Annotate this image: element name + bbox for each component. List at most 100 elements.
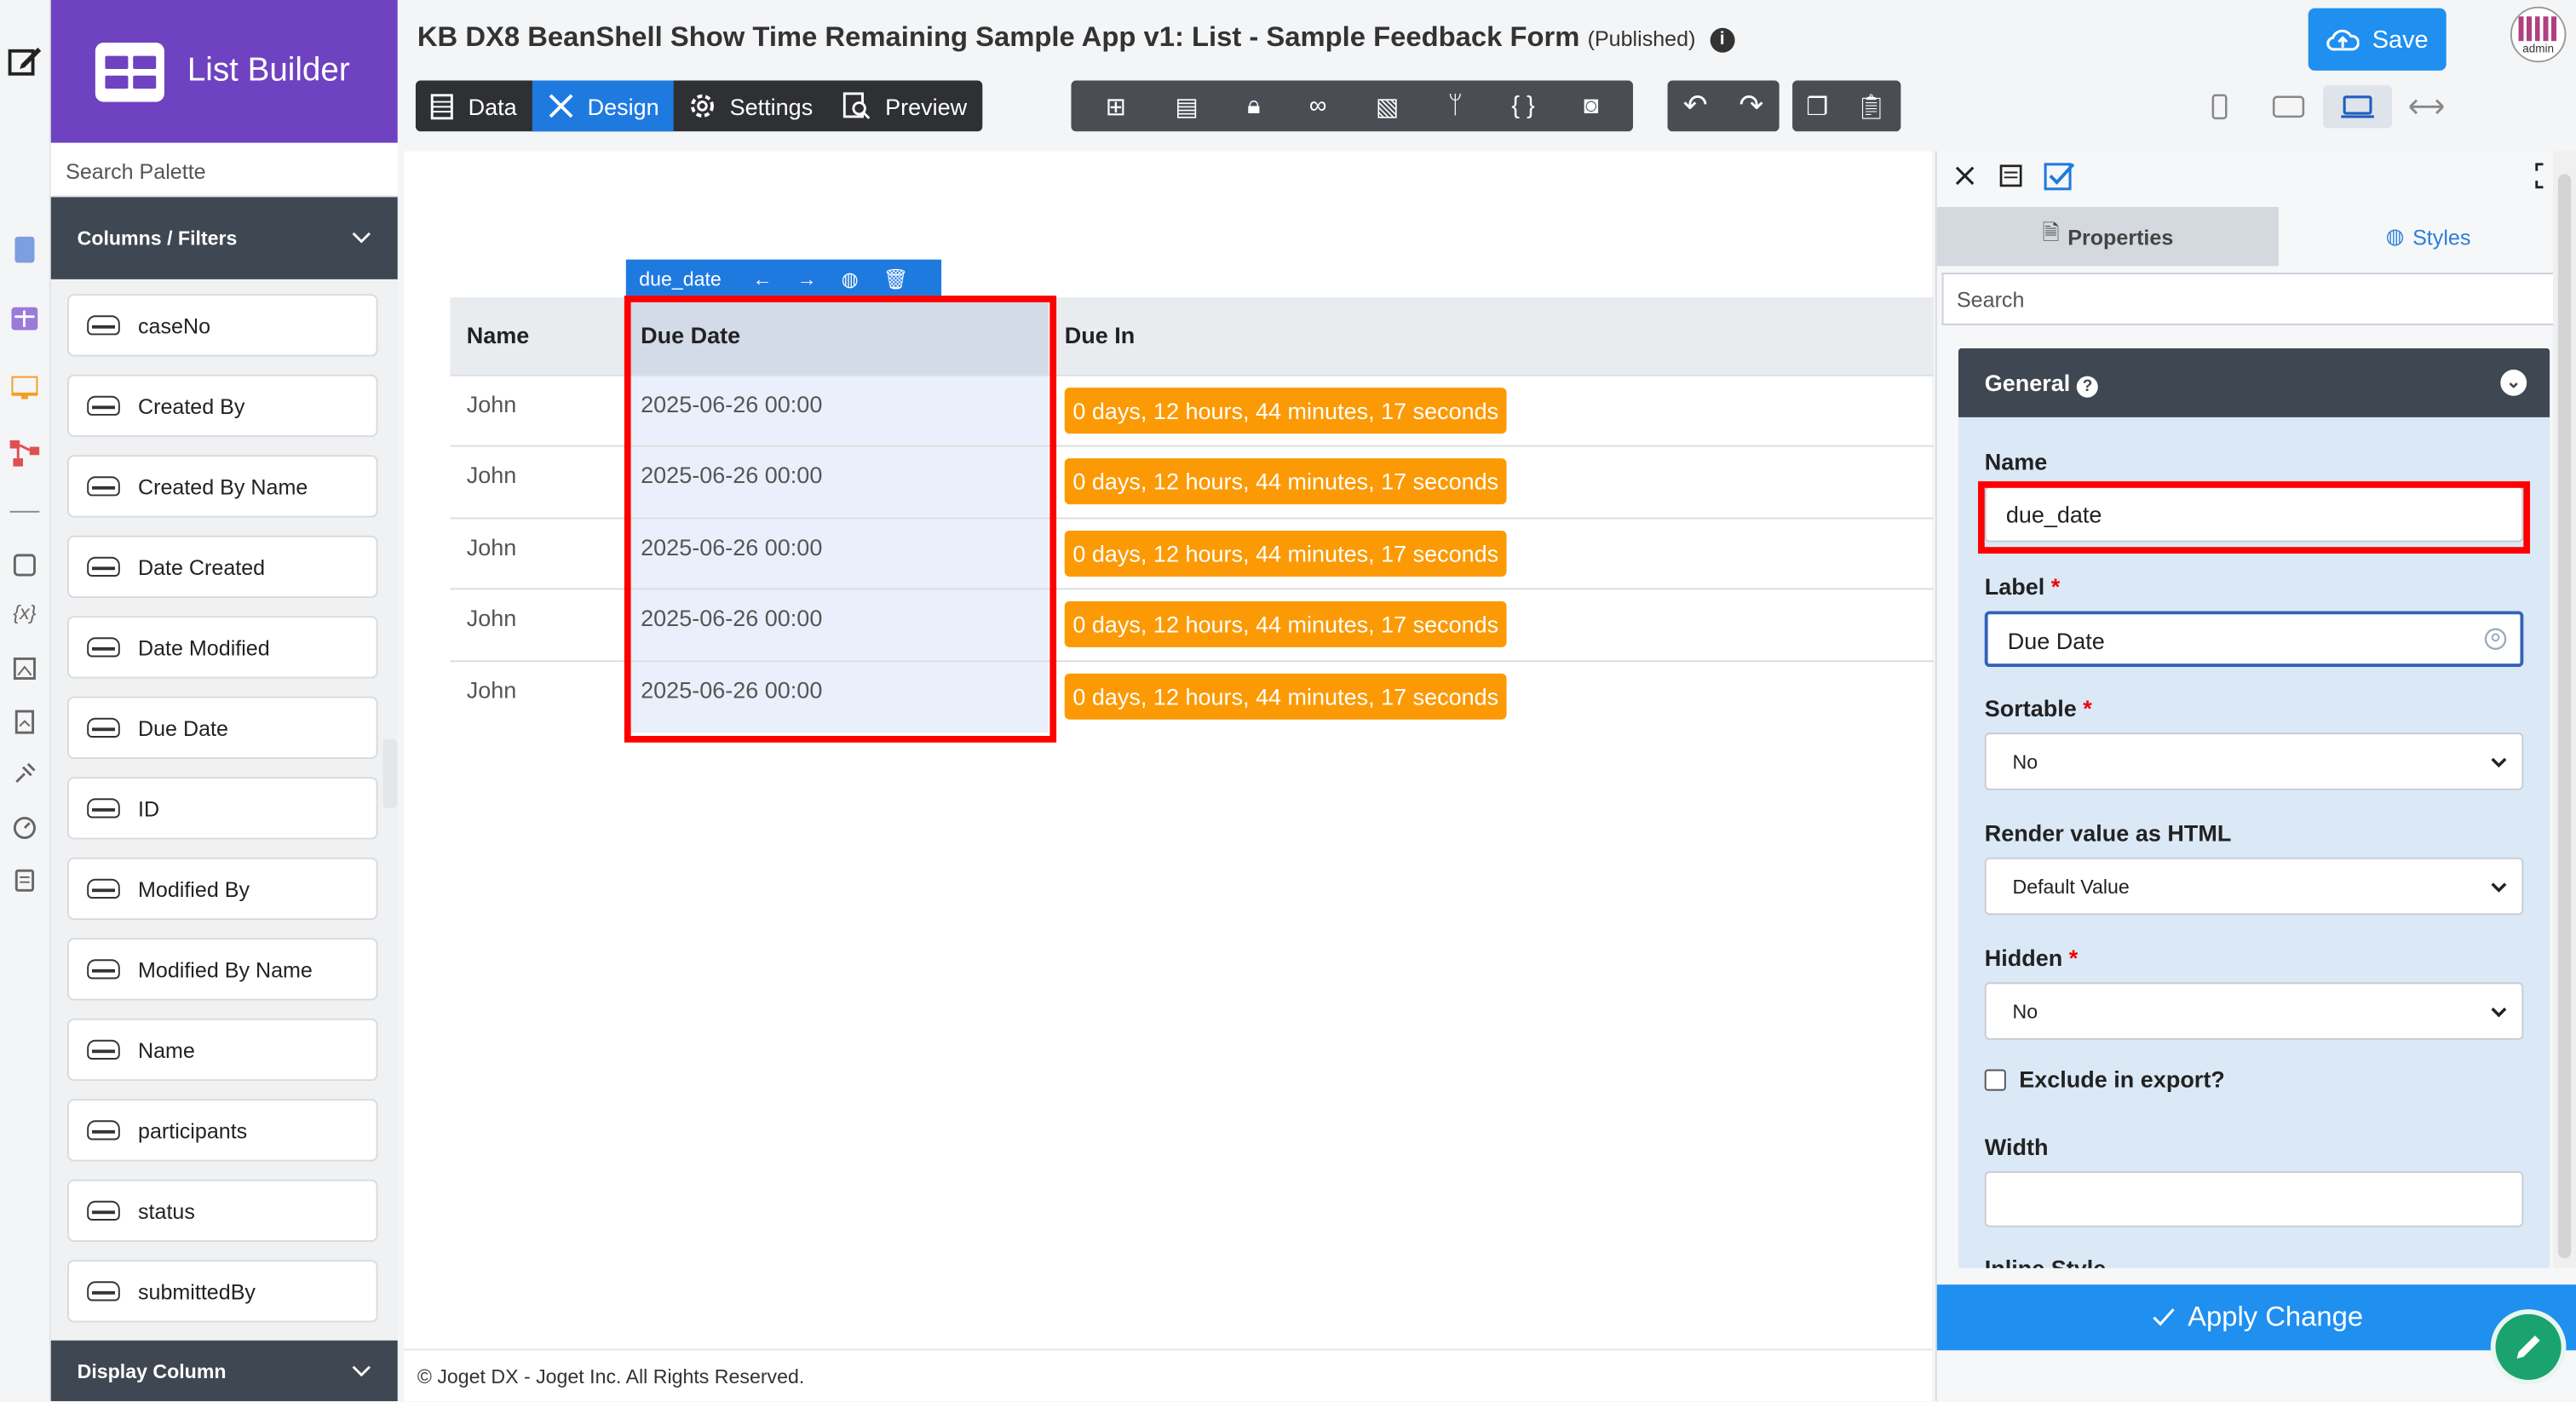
tab-styles[interactable]: ◍ Styles [2278,207,2576,267]
info-icon[interactable]: i [1710,27,1735,53]
resource-icon[interactable] [10,654,40,684]
tab-preview[interactable]: Preview [828,81,982,132]
userview-icon[interactable] [10,373,40,403]
tablet-view-icon[interactable] [2254,85,2323,128]
render-html-value: Default Value [2012,875,2130,899]
process-icon[interactable] [9,439,40,468]
tab-properties-label: Properties [2067,224,2174,250]
column-header-name[interactable]: Name [450,297,624,375]
tab-properties[interactable]: 🗎︎ Properties [1936,207,2279,267]
palette-item[interactable]: Date Created [67,535,378,599]
chevron-down-icon[interactable]: ⌄ [2500,369,2527,396]
column-header-due-in[interactable]: Due In [1048,297,1934,375]
log-icon[interactable] [10,865,40,895]
document-icon[interactable] [10,706,40,736]
list-icon[interactable] [10,304,40,334]
column-header-due-date[interactable]: Due Date [624,297,1049,375]
panel-toolbar [1937,151,2576,207]
apply-change-button[interactable]: Apply Change [1936,1284,2576,1351]
tab-data[interactable]: Data [416,81,532,132]
clipboard-group: ❐ 📋︎ [1792,80,1901,132]
panel-tabs: 🗎︎ Properties ◍ Styles [1936,207,2576,267]
lock-icon[interactable]: 🔒︎ [1247,92,1260,120]
camera-icon[interactable]: ◙ [1584,92,1598,120]
database-field-icon [87,395,120,416]
binoculars-icon[interactable]: ∞ [1309,92,1327,120]
name-field[interactable]: due_date [1984,486,2524,543]
tab-preview-label: Preview [885,92,968,119]
database-field-icon [87,556,120,577]
panel-scrollbar[interactable] [2553,151,2576,1268]
palette-item[interactable]: submittedBy [67,1260,378,1323]
export-icon[interactable]: ▤ [1175,91,1198,121]
undo-icon[interactable]: ↶ [1683,89,1708,124]
form-icon[interactable] [10,235,40,265]
palette-item[interactable]: status [67,1179,378,1243]
render-html-select[interactable]: Default Value [1984,857,2524,916]
palette-item[interactable]: Created By Name [67,455,378,518]
palette-footer-section[interactable]: Display Column [50,1340,398,1402]
checklist-icon[interactable] [2044,161,2077,198]
app-title: KB DX8 BeanShell Show Time Remaining Sam… [417,21,1735,55]
variable-icon[interactable]: {x} [10,598,40,628]
palette-style-icon[interactable]: ◍ [842,267,859,290]
properties-search-input[interactable]: Search [1941,273,2573,325]
move-right-icon[interactable]: → [796,267,816,290]
phone-view-icon[interactable] [2185,85,2254,128]
palette-item[interactable]: Due Date [67,696,378,760]
palette-item[interactable]: Date Modified [67,616,378,679]
sortable-label: Sortable * [1984,694,2092,721]
desktop-view-icon[interactable] [2323,85,2393,129]
palette: Search Palette Columns / Filters caseNo C… [50,142,398,1402]
plugin-icon[interactable] [10,759,40,789]
palette-item[interactable]: Name [67,1018,378,1082]
braces-icon[interactable]: { } [1511,92,1534,120]
cell-name: John [450,373,624,446]
chevron-down-icon [352,232,371,244]
builder-header: List Builder [50,0,398,143]
palette-item[interactable]: Modified By [67,857,378,921]
translate-icon[interactable]: ▧ [1376,91,1399,121]
note-icon[interactable] [10,550,40,580]
tree-icon[interactable]: ⊞ [1106,91,1126,121]
avatar[interactable]: admin [2510,6,2567,63]
palette-item-label: Date Created [138,554,266,579]
performance-icon[interactable] [10,813,40,843]
move-left-icon[interactable]: ← [752,267,772,290]
paste-icon[interactable]: 📋︎ [1856,91,1888,121]
save-button[interactable]: Save [2308,8,2447,71]
hidden-select[interactable]: No [1984,982,2524,1040]
full-width-view-icon[interactable] [2392,85,2461,128]
palette-section-header[interactable]: Columns / Filters [50,197,398,279]
palette-resize-handle[interactable] [382,738,398,808]
cell-due-in: 0 days, 12 hours, 44 minutes, 17 seconds [1048,516,1934,589]
palette-section-title: Columns / Filters [77,227,238,250]
edit-app-icon[interactable] [7,43,43,78]
delete-icon[interactable]: 🗑︎ [883,267,908,290]
general-section-header[interactable]: General? ⌄ [1958,348,2550,417]
palette-item[interactable]: caseNo [67,294,378,357]
palette-item[interactable]: Created By [67,374,378,438]
check-icon [2152,1308,2174,1326]
palette-item[interactable]: participants [67,1099,378,1162]
tab-settings-label: Settings [729,92,814,119]
width-field[interactable] [1984,1171,2524,1227]
exclude-export-checkbox[interactable] [1984,1069,2006,1091]
palette-search-input[interactable]: Search Palette [50,142,398,198]
palette-item[interactable]: Modified By Name [67,938,378,1001]
pencil-edit-button[interactable] [2490,1309,2567,1385]
copy-icon[interactable]: ❐ [1806,91,1828,121]
tab-settings[interactable]: Settings [674,81,828,132]
tab-design[interactable]: Design [532,80,675,132]
redo-icon[interactable]: ↷ [1739,89,1763,124]
database-field-icon [87,1200,120,1221]
branch-icon[interactable]: ᛘ [1448,92,1463,120]
label-field[interactable]: Due Date [1984,611,2524,668]
design-toolbar: ⊞ ▤ 🔒︎ ∞ ▧ ᛘ { } ◙ [1071,80,1634,132]
palette-item[interactable]: ID [67,777,378,840]
help-icon[interactable]: ? [2077,375,2099,397]
sortable-select[interactable]: No [1984,733,2524,790]
close-icon[interactable] [1953,164,1976,196]
avatar-pattern [2518,16,2560,42]
layout-icon[interactable] [1999,164,2022,196]
